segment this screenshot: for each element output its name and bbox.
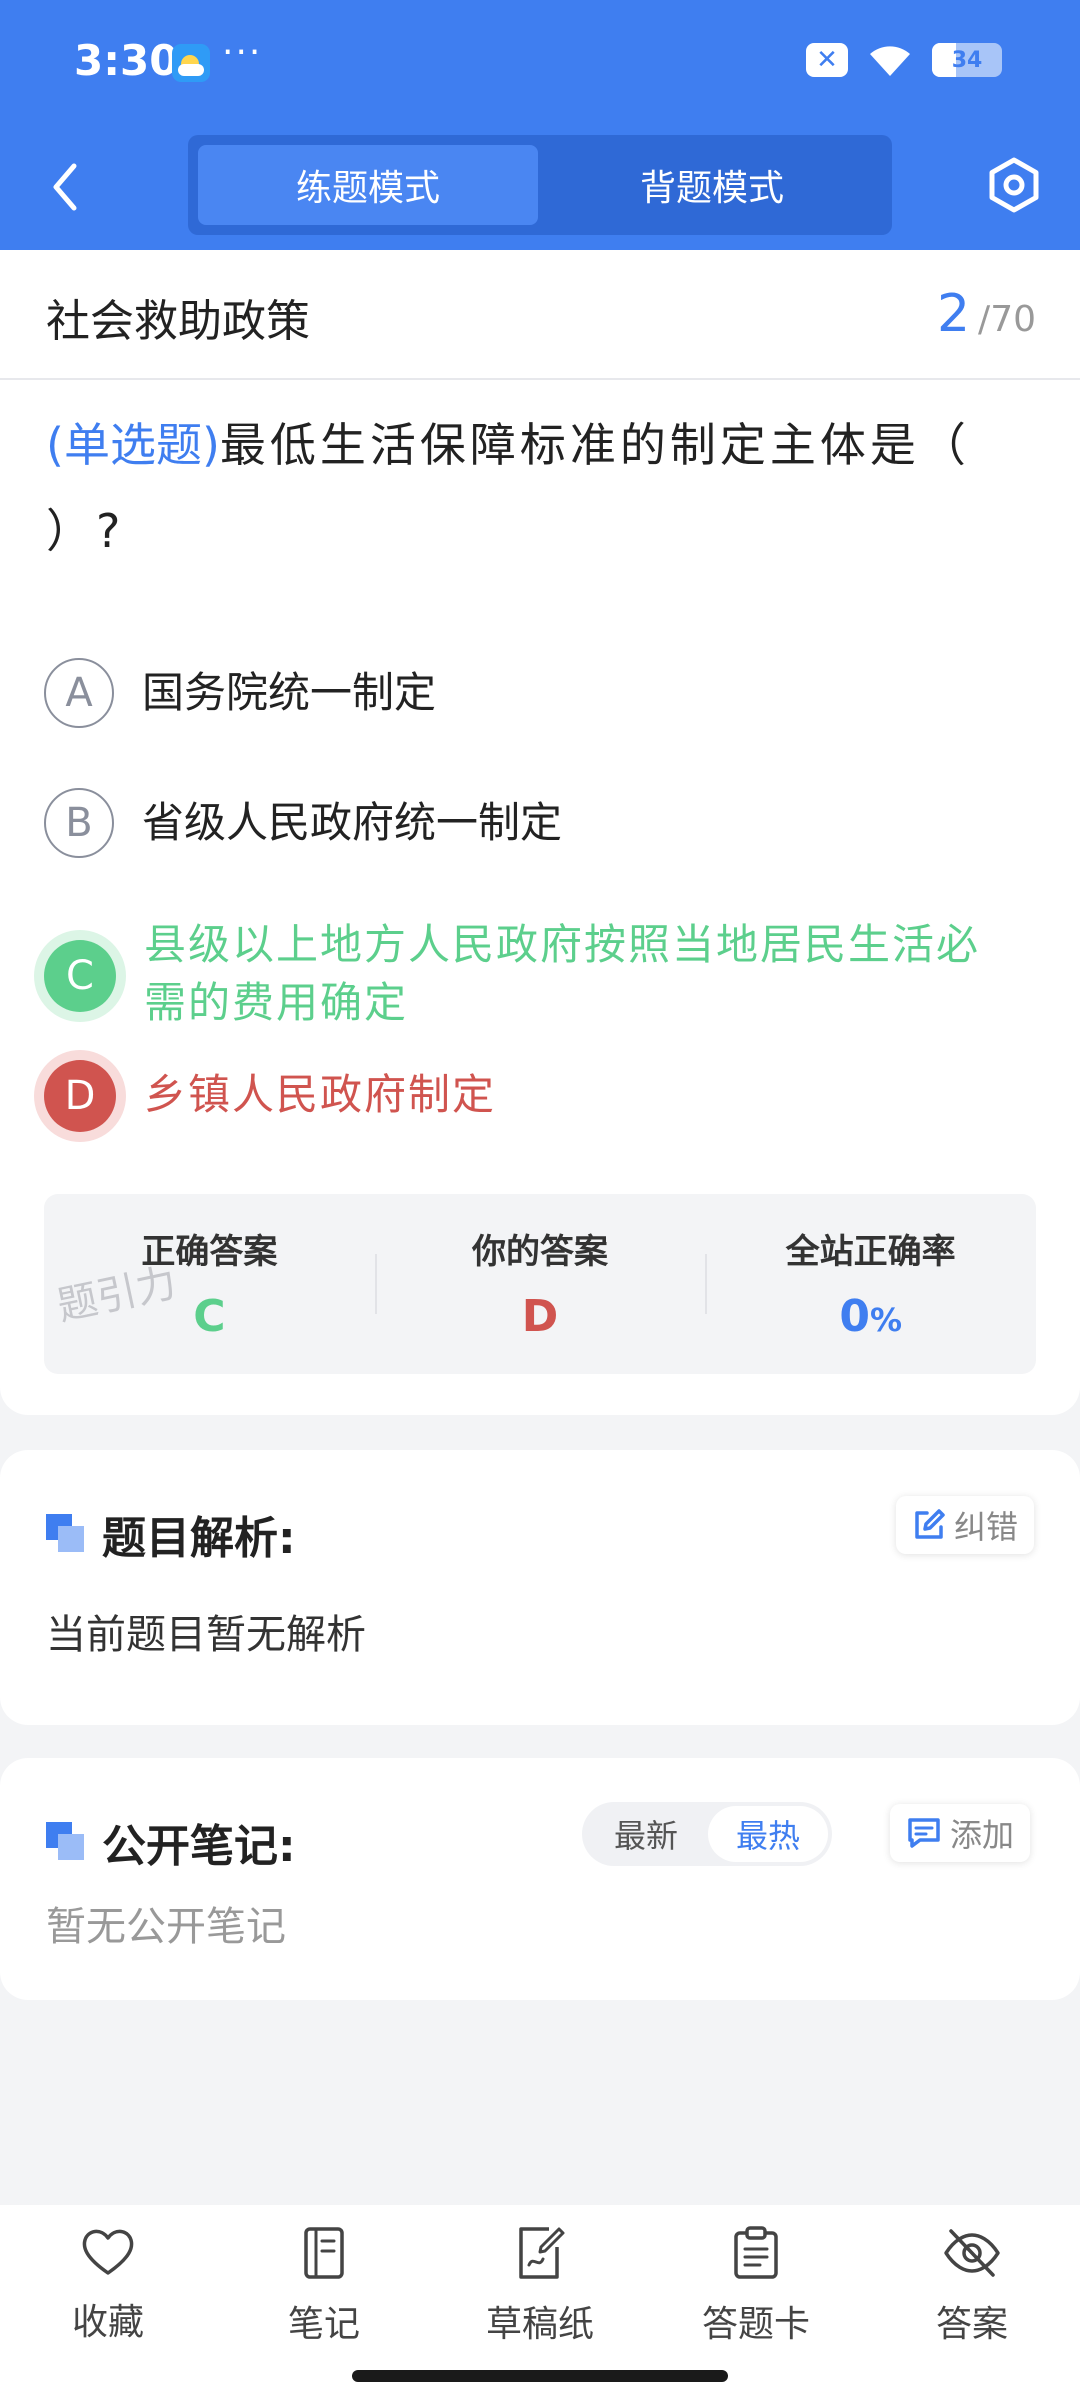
notes-button[interactable]: 笔记 xyxy=(244,2225,404,2347)
question-counter: 2/70 xyxy=(937,284,1036,344)
option-b[interactable]: B 省级人民政府统一制定 xyxy=(44,788,562,858)
section-icon xyxy=(46,1514,86,1554)
option-c-correct[interactable]: C 县级以上地方人民政府按照当地居民生活必需的费用确定 xyxy=(44,910,1014,1032)
option-letter: B xyxy=(44,788,114,858)
add-note-label: 添加 xyxy=(950,1816,1015,1854)
accuracy-column: 全站正确率 0% xyxy=(705,1194,1036,1374)
option-d-wrong[interactable]: D 乡镇人民政府制定 xyxy=(44,1060,496,1132)
current-question-number: 2 xyxy=(936,284,971,344)
edit-icon xyxy=(915,1509,945,1539)
option-text: 县级以上地方人民政府按照当地居民生活必需的费用确定 xyxy=(144,920,981,1027)
sort-hot-option[interactable]: 最热 xyxy=(708,1806,828,1862)
scratch-paper-icon xyxy=(519,2227,565,2279)
nav-bar: 练题模式 背题模式 xyxy=(0,125,1080,250)
weather-icon xyxy=(172,44,210,82)
show-answer-button[interactable]: 答案 xyxy=(892,2225,1052,2347)
report-error-label: 纠错 xyxy=(954,1508,1019,1546)
battery-icon: 34 xyxy=(932,43,1002,77)
analysis-title: 题目解析: xyxy=(102,1513,296,1564)
notes-label: 笔记 xyxy=(287,2304,360,2345)
comment-icon xyxy=(908,1818,940,1848)
wifi-icon xyxy=(870,46,910,76)
public-notes-card: 公开笔记: 最新 最热 添加 暂无公开笔记 xyxy=(0,1758,1080,2000)
chevron-left-icon xyxy=(53,163,77,211)
accuracy-unit: % xyxy=(869,1301,903,1339)
option-a[interactable]: A 国务院统一制定 xyxy=(44,658,436,728)
option-text: 省级人民政府统一制定 xyxy=(142,798,563,847)
question-stem: (单选题)最低生活保障标准的制定主体是（ ）? xyxy=(46,402,1026,574)
accuracy-label: 全站正确率 xyxy=(785,1232,956,1272)
status-bar: 3:30 ··· ✕ 34 xyxy=(0,0,1080,125)
question-type: (单选题) xyxy=(46,418,220,472)
scratch-paper-button[interactable]: 草稿纸 xyxy=(460,2225,620,2347)
settings-icon[interactable] xyxy=(984,155,1044,215)
mode-switch: 练题模式 背题模式 xyxy=(188,135,892,235)
option-letter: A xyxy=(44,658,114,728)
notes-title: 公开笔记: xyxy=(102,1821,296,1872)
notebook-icon xyxy=(304,2227,344,2279)
home-indicator[interactable] xyxy=(352,2370,728,2382)
answer-summary: 正确答案 C 你的答案 D 全站正确率 0% xyxy=(44,1194,1036,1374)
section-icon xyxy=(46,1822,86,1862)
analysis-text: 当前题目暂无解析 xyxy=(46,1612,366,1658)
heart-icon xyxy=(82,2229,134,2275)
chapter-header: 社会救助政策 2/70 xyxy=(0,250,1080,380)
battery-level: 34 xyxy=(951,47,983,73)
option-text: 乡镇人民政府制定 xyxy=(144,1070,497,1119)
notes-empty-text: 暂无公开笔记 xyxy=(46,1904,286,1950)
favorite-button[interactable]: 收藏 xyxy=(28,2225,188,2345)
your-answer-value: D xyxy=(521,1291,559,1342)
status-time: 3:30 xyxy=(74,36,179,85)
more-notifications-icon: ··· xyxy=(222,32,263,73)
answer-sheet-button[interactable]: 答题卡 xyxy=(676,2225,836,2347)
counter-separator: / xyxy=(978,299,991,340)
eye-off-icon xyxy=(944,2229,1000,2277)
chapter-title: 社会救助政策 xyxy=(46,296,310,347)
analysis-card: 题目解析: 纠错 当前题目暂无解析 xyxy=(0,1450,1080,1725)
clipboard-icon xyxy=(734,2226,778,2279)
back-button[interactable] xyxy=(40,159,90,215)
show-answer-label: 答案 xyxy=(935,2304,1008,2345)
option-text: 国务院统一制定 xyxy=(142,668,437,717)
sort-latest-option[interactable]: 最新 xyxy=(586,1806,706,1862)
top-bar: 3:30 ··· ✕ 34 练题模式 背题模式 xyxy=(0,0,1080,250)
no-sim-icon: ✕ xyxy=(806,43,848,77)
accuracy-number: 0 xyxy=(839,1291,870,1342)
add-note-button[interactable]: 添加 xyxy=(890,1804,1031,1862)
your-answer-label: 你的答案 xyxy=(472,1232,608,1272)
your-answer-column: 你的答案 D xyxy=(374,1194,706,1374)
notes-header: 公开笔记: xyxy=(46,1810,296,1874)
report-error-button[interactable]: 纠错 xyxy=(896,1496,1035,1554)
option-letter: C xyxy=(44,940,116,1012)
option-letter: D xyxy=(44,1060,116,1132)
notes-sort-toggle: 最新 最热 xyxy=(582,1802,832,1866)
tab-practice-mode[interactable]: 练题模式 xyxy=(198,145,538,225)
tab-review-mode[interactable]: 背题模式 xyxy=(542,145,882,225)
favorite-label: 收藏 xyxy=(71,2302,144,2343)
accuracy-value: 0% xyxy=(705,1291,1036,1342)
total-question-count: 70 xyxy=(990,299,1036,340)
scratch-paper-label: 草稿纸 xyxy=(485,2304,594,2345)
answer-sheet-label: 答题卡 xyxy=(701,2304,810,2345)
question-card: 社会救助政策 2/70 (单选题)最低生活保障标准的制定主体是（ ）? A 国务… xyxy=(0,250,1080,1415)
analysis-header: 题目解析: xyxy=(46,1502,296,1566)
